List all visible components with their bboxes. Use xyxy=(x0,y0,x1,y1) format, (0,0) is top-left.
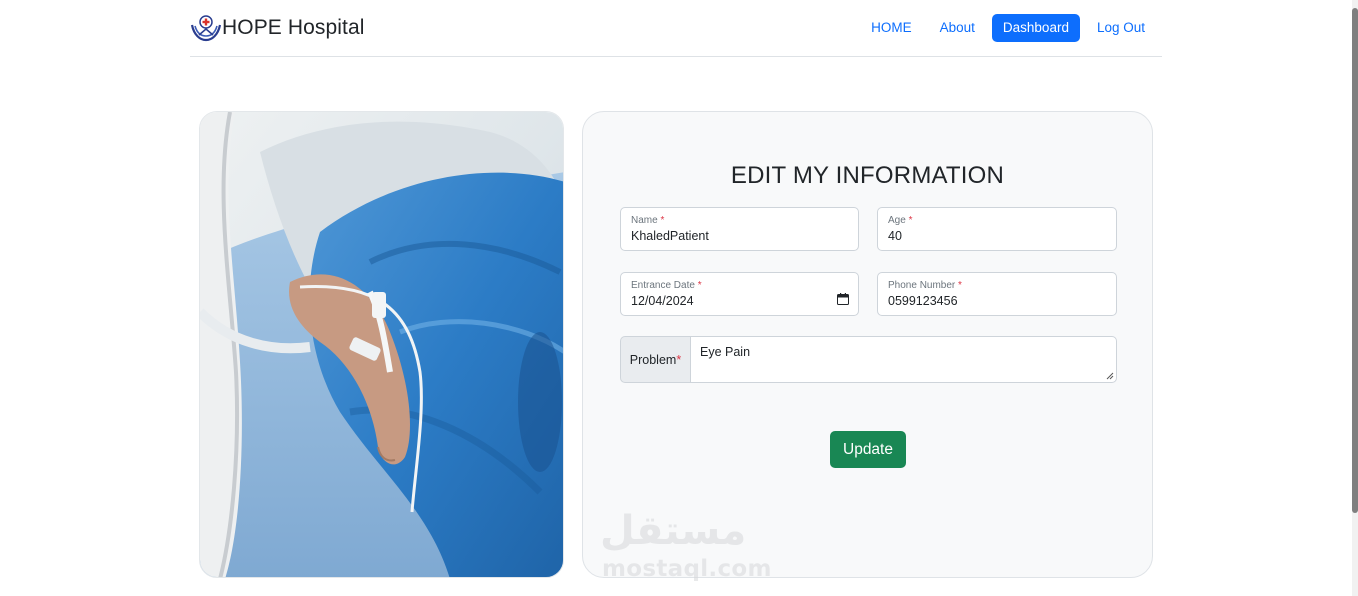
age-field[interactable]: Age * 40 xyxy=(877,207,1117,251)
problem-textarea[interactable]: Eye Pain xyxy=(690,336,1117,383)
watermark-latin: mostaql.com xyxy=(602,556,772,582)
phone-value: 0599123456 xyxy=(888,294,958,308)
problem-label: Problem * xyxy=(620,336,690,383)
phone-label: Phone Number * xyxy=(888,280,962,291)
nav-link-about[interactable]: About xyxy=(929,14,986,43)
update-button[interactable]: Update xyxy=(830,431,906,468)
age-value: 40 xyxy=(888,229,902,243)
age-label: Age * xyxy=(888,215,913,226)
nav-link-home[interactable]: HOME xyxy=(860,14,923,43)
entrance-date-value: 12/04/2024 xyxy=(631,294,694,308)
problem-value: Eye Pain xyxy=(700,345,751,359)
main-nav: HOME About Dashboard Log Out xyxy=(860,13,1156,43)
nav-link-logout[interactable]: Log Out xyxy=(1086,14,1156,43)
entrance-date-label: Entrance Date * xyxy=(631,280,702,291)
name-label: Name * xyxy=(631,215,665,226)
name-field[interactable]: Name * KhaledPatient xyxy=(620,207,859,251)
patient-bed-photo xyxy=(199,111,564,578)
calendar-icon[interactable] xyxy=(837,293,849,305)
form-title: EDIT MY INFORMATION xyxy=(730,162,1005,189)
phone-field[interactable]: Phone Number * 0599123456 xyxy=(877,272,1117,316)
problem-input-group: Problem * Eye Pain xyxy=(620,336,1117,383)
watermark: مستقل mostaql.com xyxy=(600,508,772,588)
resize-handle-icon[interactable] xyxy=(1106,372,1114,380)
patient-bed-illustration xyxy=(200,112,563,577)
brand-name: HOPE Hospital xyxy=(222,16,365,39)
entrance-date-field[interactable]: Entrance Date * 12/04/2024 xyxy=(620,272,859,316)
page: HOPE Hospital HOME About Dashboard Log O… xyxy=(0,0,1358,596)
scrollbar-thumb[interactable] xyxy=(1352,8,1358,513)
navbar: HOPE Hospital HOME About Dashboard Log O… xyxy=(190,0,1162,57)
watermark-arabic: مستقل xyxy=(600,508,747,554)
brand[interactable]: HOPE Hospital xyxy=(190,13,365,43)
nav-link-dashboard[interactable]: Dashboard xyxy=(991,13,1080,43)
page-scrollbar[interactable] xyxy=(1352,0,1358,596)
hospital-hands-logo-icon xyxy=(190,15,222,42)
name-value: KhaledPatient xyxy=(631,229,709,243)
